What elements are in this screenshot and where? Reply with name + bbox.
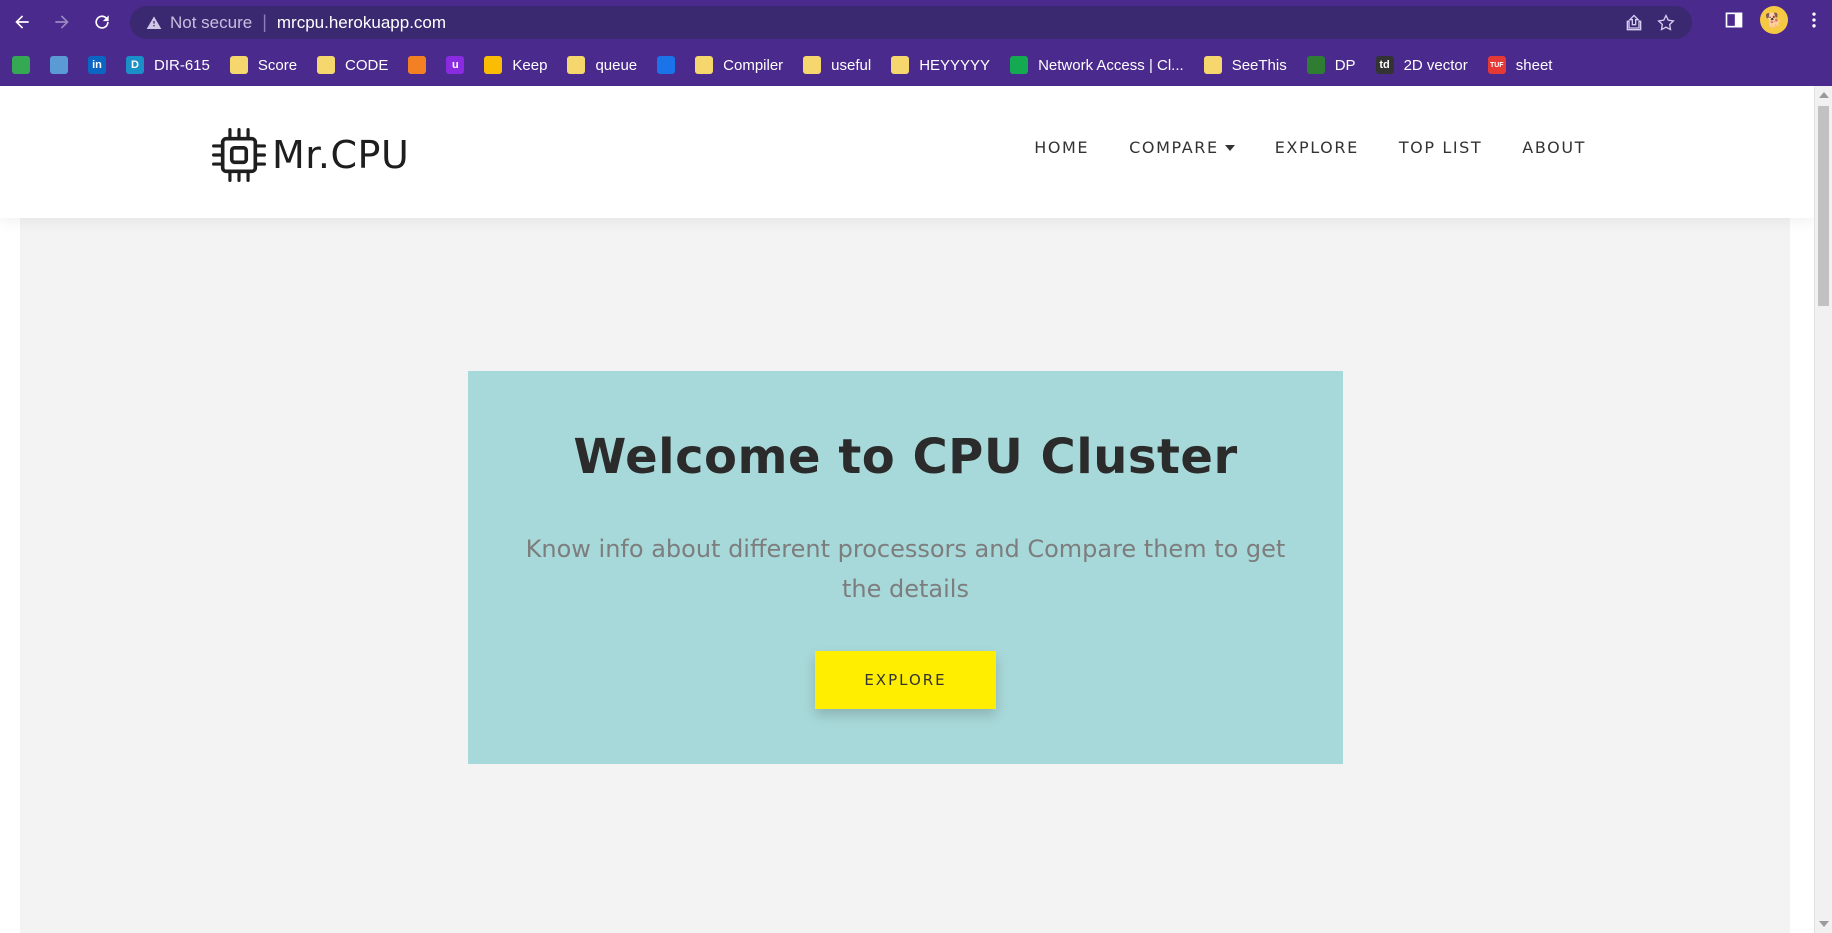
bookmark-item[interactable]: useful	[803, 56, 871, 74]
tuf-icon: TUF	[1487, 56, 1506, 74]
site-logo[interactable]: Mr.CPU	[210, 126, 409, 184]
bookmark-item[interactable]: td 2D vector	[1375, 56, 1468, 74]
bookmark-item[interactable]: queue	[567, 56, 637, 74]
main-nav: HOME COMPARE EXPLORE TOP LIST ABOUT	[1034, 138, 1586, 157]
bookmark-label: CODE	[345, 56, 389, 74]
hero-subtitle: Know info about different processors and…	[525, 535, 1286, 603]
bookmark-item[interactable]: u	[446, 56, 465, 74]
scroll-up-icon[interactable]	[1819, 92, 1829, 98]
unstop-icon: u	[446, 56, 465, 74]
bookmark-item[interactable]: Network Access | Cl...	[1010, 56, 1184, 74]
bookmark-item[interactable]	[657, 56, 676, 74]
nav-home-label: HOME	[1034, 138, 1090, 157]
cpu-chip-icon	[212, 128, 266, 182]
explore-button[interactable]: EXPLORE	[815, 651, 996, 709]
warning-icon	[146, 15, 162, 29]
bookmark-item[interactable]	[408, 56, 427, 74]
bookmark-item[interactable]: DP	[1306, 56, 1356, 74]
bookmark-item[interactable]: CODE	[317, 56, 388, 74]
reload-icon	[95, 15, 109, 29]
side-panel-icon[interactable]	[1724, 10, 1744, 30]
bookmark-item[interactable]	[50, 56, 68, 74]
nav-top-list-label: TOP LIST	[1398, 138, 1483, 157]
bookmark-label: DIR-615	[154, 56, 210, 74]
bookmarks-bar: in D DIR-615 Score CODE u Keep queue Compiler use…	[0, 44, 1832, 86]
star-icon[interactable]	[1656, 13, 1676, 33]
nav-home[interactable]: HOME	[1034, 138, 1089, 157]
share-icon[interactable]	[1624, 13, 1644, 33]
reload-button[interactable]	[84, 4, 120, 40]
bookmark-label: useful	[831, 56, 872, 74]
dp-icon	[1306, 56, 1325, 74]
arrow-right-icon	[55, 15, 69, 29]
folder-icon	[695, 56, 714, 74]
nav-top-list[interactable]: TOP LIST	[1399, 138, 1482, 157]
bookmark-item[interactable]	[12, 56, 30, 74]
linkedin-icon: in	[88, 56, 106, 74]
nav-explore[interactable]: EXPLORE	[1275, 138, 1359, 157]
security-label[interactable]: Not secure	[170, 13, 252, 33]
main-content: Welcome to CPU Cluster Know info about d…	[20, 218, 1790, 933]
bookmark-label: sheet	[1515, 56, 1553, 74]
mongodb-icon	[1010, 56, 1029, 74]
phone-icon	[657, 56, 676, 74]
folder-icon	[317, 56, 336, 74]
page-scrollbar[interactable]	[1814, 86, 1832, 933]
bookmark-item[interactable]: TUF sheet	[1487, 56, 1553, 74]
bookmark-item[interactable]: Score	[229, 56, 298, 74]
bookmark-item[interactable]: Keep	[484, 56, 547, 74]
td-icon: td	[1375, 56, 1394, 74]
arrow-left-icon	[15, 15, 29, 29]
back-button[interactable]	[4, 4, 40, 40]
address-separator: |	[262, 12, 267, 32]
nav-about-label: ABOUT	[1522, 138, 1586, 157]
nav-compare-label: COMPARE	[1129, 138, 1219, 157]
bookmark-label: DP	[1334, 56, 1356, 74]
bookmark-label: 2D vector	[1403, 56, 1468, 74]
profile-avatar[interactable]: 🐕	[1760, 6, 1788, 34]
bookmark-item[interactable]: D DIR-615	[126, 56, 210, 74]
hero-card: Welcome to CPU Cluster Know info about d…	[468, 371, 1343, 764]
scroll-thumb[interactable]	[1818, 106, 1829, 306]
url-text[interactable]: mrcpu.herokuapp.com	[277, 13, 446, 33]
logo-text: Mr.CPU	[272, 133, 410, 177]
dlink-icon: D	[126, 56, 144, 74]
browser-toolbar: Not secure | mrcpu.herokuapp.com 🐕	[0, 0, 1832, 44]
drive-icon	[12, 56, 30, 74]
caret-down-icon	[1224, 144, 1235, 151]
menu-dots-icon[interactable]	[1804, 10, 1824, 30]
bookmark-label: Compiler	[723, 56, 784, 74]
bookmark-label: Score	[257, 56, 298, 74]
bookmark-label: Network Access | Cl...	[1038, 56, 1184, 74]
nav-explore-label: EXPLORE	[1274, 138, 1359, 157]
hero-title: Welcome to CPU Cluster	[573, 429, 1238, 485]
bookmark-item[interactable]: in	[88, 56, 106, 74]
bookmark-item[interactable]: HEYYYYY	[891, 56, 990, 74]
folder-icon	[1203, 56, 1222, 74]
folder-icon	[803, 56, 822, 74]
address-bar[interactable]: Not secure | mrcpu.herokuapp.com	[130, 6, 1692, 39]
web-page: Mr.CPU HOME COMPARE EXPLORE TOP LIST ABO…	[0, 86, 1814, 933]
bookmark-label: Keep	[512, 56, 548, 74]
keep-icon	[484, 56, 503, 74]
toolbar-right: 🐕	[1724, 6, 1824, 34]
nav-about[interactable]: ABOUT	[1522, 138, 1586, 157]
site-header: Mr.CPU HOME COMPARE EXPLORE TOP LIST ABO…	[0, 86, 1814, 218]
forward-button[interactable]	[44, 4, 80, 40]
bookmark-label: queue	[595, 56, 638, 74]
folder-icon	[891, 56, 910, 74]
folder-icon	[567, 56, 586, 74]
omnibox-actions	[1624, 6, 1692, 39]
bookmark-label: SeeThis	[1231, 56, 1287, 74]
stackoverflow-icon	[408, 56, 427, 74]
bookmark-item[interactable]: SeeThis	[1203, 56, 1287, 74]
scroll-down-icon[interactable]	[1819, 921, 1829, 927]
nav-compare[interactable]: COMPARE	[1129, 138, 1235, 157]
folder-icon	[229, 56, 248, 74]
cloud-icon	[50, 56, 68, 74]
bookmark-label: HEYYYYY	[919, 56, 991, 74]
bookmark-item[interactable]: Compiler	[695, 56, 783, 74]
